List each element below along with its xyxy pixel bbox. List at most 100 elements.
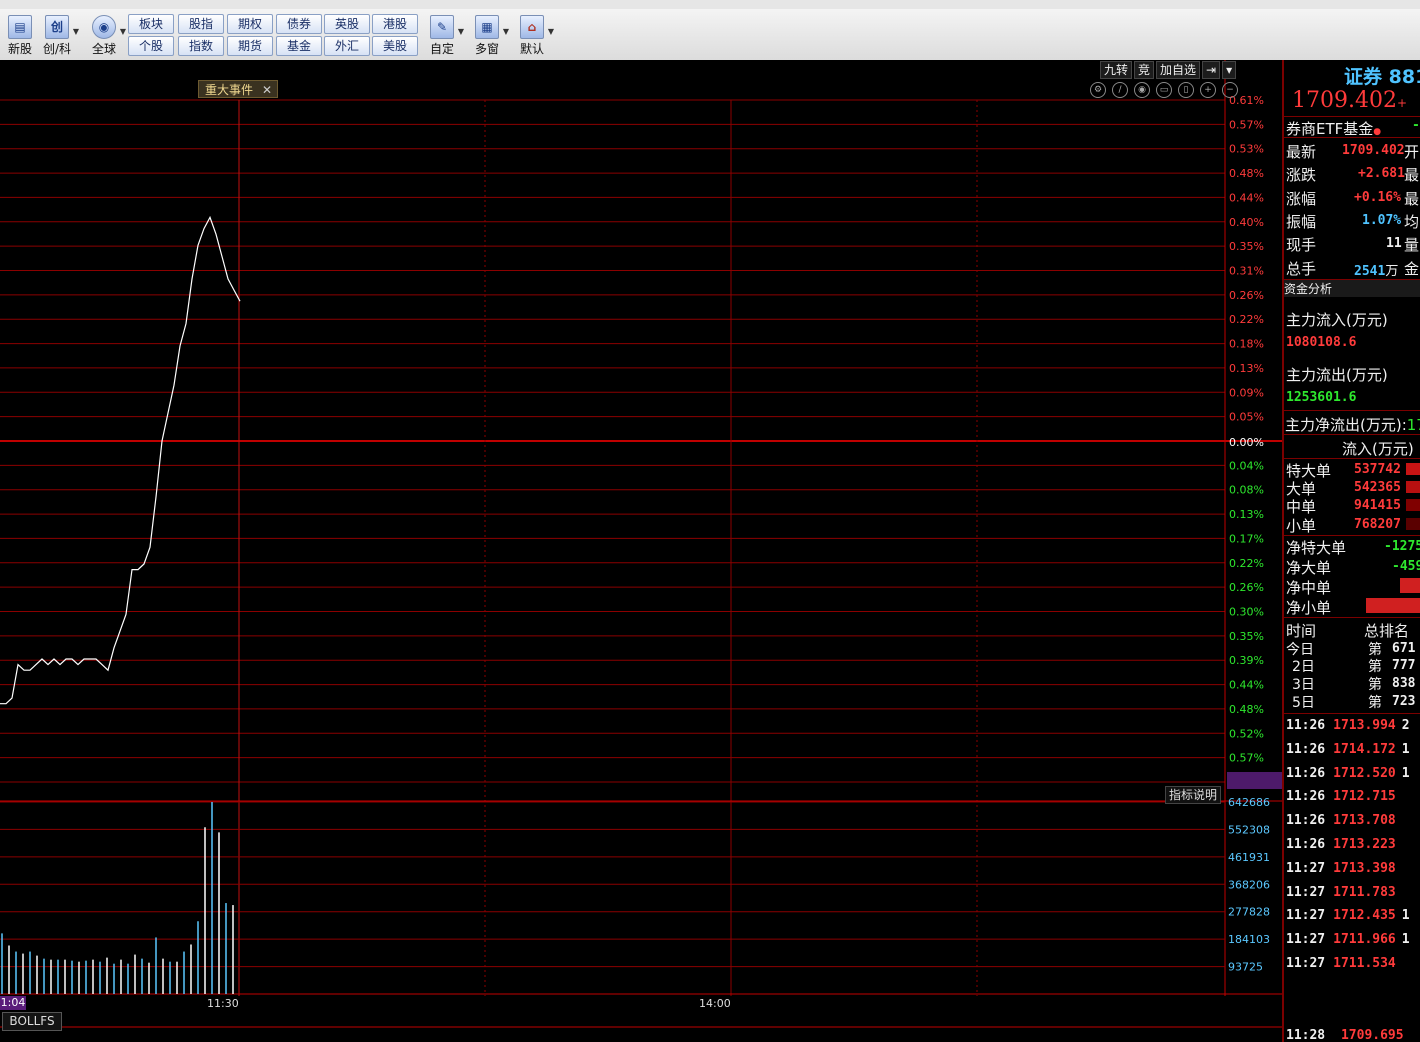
pct-label-down: 0.08% xyxy=(1229,484,1264,497)
time-label-pm: 14:00 xyxy=(699,997,731,1010)
pct-label-down: 0.52% xyxy=(1229,727,1264,740)
custom-icon: ✎ xyxy=(430,15,454,39)
custom-button[interactable]: ✎ ▼ 自定 xyxy=(422,13,464,59)
global-button[interactable]: ◉ ▼ 全球 xyxy=(84,13,126,59)
trade-row: 11:27 1712.435 1 xyxy=(1286,908,1410,923)
inflow-label: 主力流入(万元) xyxy=(1286,311,1388,329)
pct-label-down: 0.22% xyxy=(1229,557,1264,570)
intraday-chart[interactable]: 0.61%0.57%0.53%0.48%0.44%0.40%0.35%0.31%… xyxy=(0,60,1282,1042)
trade-row: 11:27 1711.534 xyxy=(1286,956,1402,971)
chevron-down-icon[interactable]: ▼ xyxy=(120,27,126,36)
eye-icon[interactable]: ◉ xyxy=(1134,82,1150,98)
indicator-desc-button[interactable]: 指标说明 xyxy=(1165,786,1221,804)
trade-row: 11:27 1711.783 xyxy=(1286,885,1402,900)
trade-price: 1713.708 xyxy=(1333,813,1396,829)
btn-uk-stocks[interactable]: 英股 xyxy=(324,14,370,34)
btn-index[interactable]: 指数 xyxy=(178,36,224,56)
trade-price: 1712.715 xyxy=(1333,789,1396,805)
trade-time: 11:27 xyxy=(1286,860,1326,876)
add-watchlist-button[interactable]: 加自选 xyxy=(1156,61,1201,79)
volume-label: 277828 xyxy=(1228,906,1270,919)
trade-price: 1713.994 xyxy=(1333,718,1396,733)
trade-price: 1713.398 xyxy=(1333,860,1396,876)
net-outflow: 主力净流出(万元):17 xyxy=(1285,416,1420,434)
trade-time: 11:27 xyxy=(1286,956,1326,971)
ipo-icon: ▤ xyxy=(8,15,32,39)
btn-bonds[interactable]: 债券 xyxy=(276,14,322,34)
trade-volume: 1 xyxy=(1401,908,1410,924)
zoom-in-icon[interactable]: + xyxy=(1200,82,1216,98)
chevron-down-icon[interactable]: ▼ xyxy=(458,27,464,36)
volume-label: 461931 xyxy=(1228,851,1270,864)
pct-label-down: 0.48% xyxy=(1229,703,1264,716)
pct-label-down: 0.44% xyxy=(1229,679,1264,692)
outflow-label: 主力流出(万元) xyxy=(1286,366,1388,384)
volume-label: 93725 xyxy=(1228,961,1263,974)
chevron-down-icon[interactable]: ▼ xyxy=(73,27,79,36)
pct-label-up: 0.09% xyxy=(1229,386,1264,399)
quote-panel: 证券 881 1709.402+ 券商ETF基金● -0 最新 1709.402… xyxy=(1282,60,1420,1042)
pct-label-up: 0.44% xyxy=(1229,191,1264,204)
pct-highlight xyxy=(1227,772,1282,789)
pct-label-down: 0.04% xyxy=(1229,459,1264,472)
lock-icon[interactable]: ▯ xyxy=(1178,82,1194,98)
current-price: 1709.402+ xyxy=(1292,88,1408,113)
intraday-chart-area[interactable]: 0.61% 0.57% 0.53% 0.48% 0.44% 0.40% 0.35% 0.31%… xyxy=(0,60,1282,1042)
trade-volume: 1 xyxy=(1401,765,1410,781)
home-icon: ⌂ xyxy=(520,15,544,39)
time-start-label: 1:04 xyxy=(0,996,26,1010)
pct-label-up: 0.40% xyxy=(1229,216,1264,229)
btn-hk-stocks[interactable]: 港股 xyxy=(372,14,418,34)
close-icon[interactable]: ✕ xyxy=(262,81,272,99)
price-line xyxy=(0,215,241,705)
trade-row-last: 11:28 1709.695 xyxy=(1286,1028,1404,1042)
btn-funds[interactable]: 基金 xyxy=(276,36,322,56)
jiuzhuan-button[interactable]: 九转 xyxy=(1100,61,1133,79)
time-label-noon: 11:30 xyxy=(207,997,239,1010)
indicator-tab-bollfs[interactable]: BOLLFS xyxy=(2,1012,62,1031)
chuangke-button[interactable]: 创 ▼ 创/科 xyxy=(37,13,79,59)
toolbar: ▤ 新股 创 ▼ 创/科 ◉ ▼ 全球 板块 股指 期权 债券 英股 港股 个股… xyxy=(0,9,1420,61)
pct-label-up: 0.22% xyxy=(1229,313,1264,326)
pct-label-down: 0.26% xyxy=(1229,581,1264,594)
chevron-down-icon[interactable]: ▾ xyxy=(1222,61,1237,79)
event-tab[interactable]: 重大事件 ✕ xyxy=(198,80,278,98)
trade-time: 11:26 xyxy=(1286,837,1326,852)
pct-label-up: 0.18% xyxy=(1229,338,1264,351)
btn-stock-index[interactable]: 股指 xyxy=(178,14,224,34)
auction-button[interactable]: 竞 xyxy=(1134,61,1155,79)
btn-us-stocks[interactable]: 美股 xyxy=(372,36,418,56)
trade-price: 1713.223 xyxy=(1333,837,1396,852)
btn-individual-stocks[interactable]: 个股 xyxy=(128,36,174,56)
volume-label: 368206 xyxy=(1228,878,1270,891)
multiwindow-button[interactable]: ▦ ▼ 多窗 xyxy=(467,13,509,59)
trade-time: 11:26 xyxy=(1286,813,1326,829)
chevron-down-icon[interactable]: ▼ xyxy=(548,27,554,36)
pen-icon[interactable]: / xyxy=(1112,82,1128,98)
btn-forex[interactable]: 外汇 xyxy=(324,36,370,56)
pct-label-up: 0.57% xyxy=(1229,118,1264,131)
trade-time: 11:27 xyxy=(1286,932,1326,948)
pct-label-up: 0.26% xyxy=(1229,289,1264,302)
zoom-out-icon[interactable]: − xyxy=(1222,82,1238,98)
btn-futures[interactable]: 期货 xyxy=(227,36,273,56)
chevron-down-icon[interactable]: ▼ xyxy=(503,27,509,36)
pct-label-down: 0.17% xyxy=(1229,532,1264,545)
volume-label: 184103 xyxy=(1228,933,1270,946)
exit-icon[interactable]: ⇥ xyxy=(1202,61,1221,79)
trade-time: 11:26 xyxy=(1286,789,1326,805)
btn-options[interactable]: 期权 xyxy=(227,14,273,34)
pct-label-down: 0.39% xyxy=(1229,654,1264,667)
print-icon[interactable]: ▭ xyxy=(1156,82,1172,98)
pct-label-down: 0.35% xyxy=(1229,630,1264,643)
chart-top-buttons: 九转 竞 加自选 ⇥ ▾ xyxy=(1100,61,1237,79)
etf-link[interactable]: 券商ETF基金● -0 xyxy=(1286,118,1420,139)
trade-row: 11:27 1713.398 xyxy=(1286,861,1402,876)
trade-time: 11:26 xyxy=(1286,718,1326,733)
settings-icon[interactable]: ⚙ xyxy=(1090,82,1106,98)
ipo-button[interactable]: ▤ 新股 xyxy=(0,13,40,59)
trade-volume: 1 xyxy=(1401,932,1410,948)
default-button[interactable]: ⌂ ▼ 默认 xyxy=(512,13,554,59)
trade-row: 11:26 1712.715 xyxy=(1286,789,1402,804)
btn-sector[interactable]: 板块 xyxy=(128,14,174,34)
